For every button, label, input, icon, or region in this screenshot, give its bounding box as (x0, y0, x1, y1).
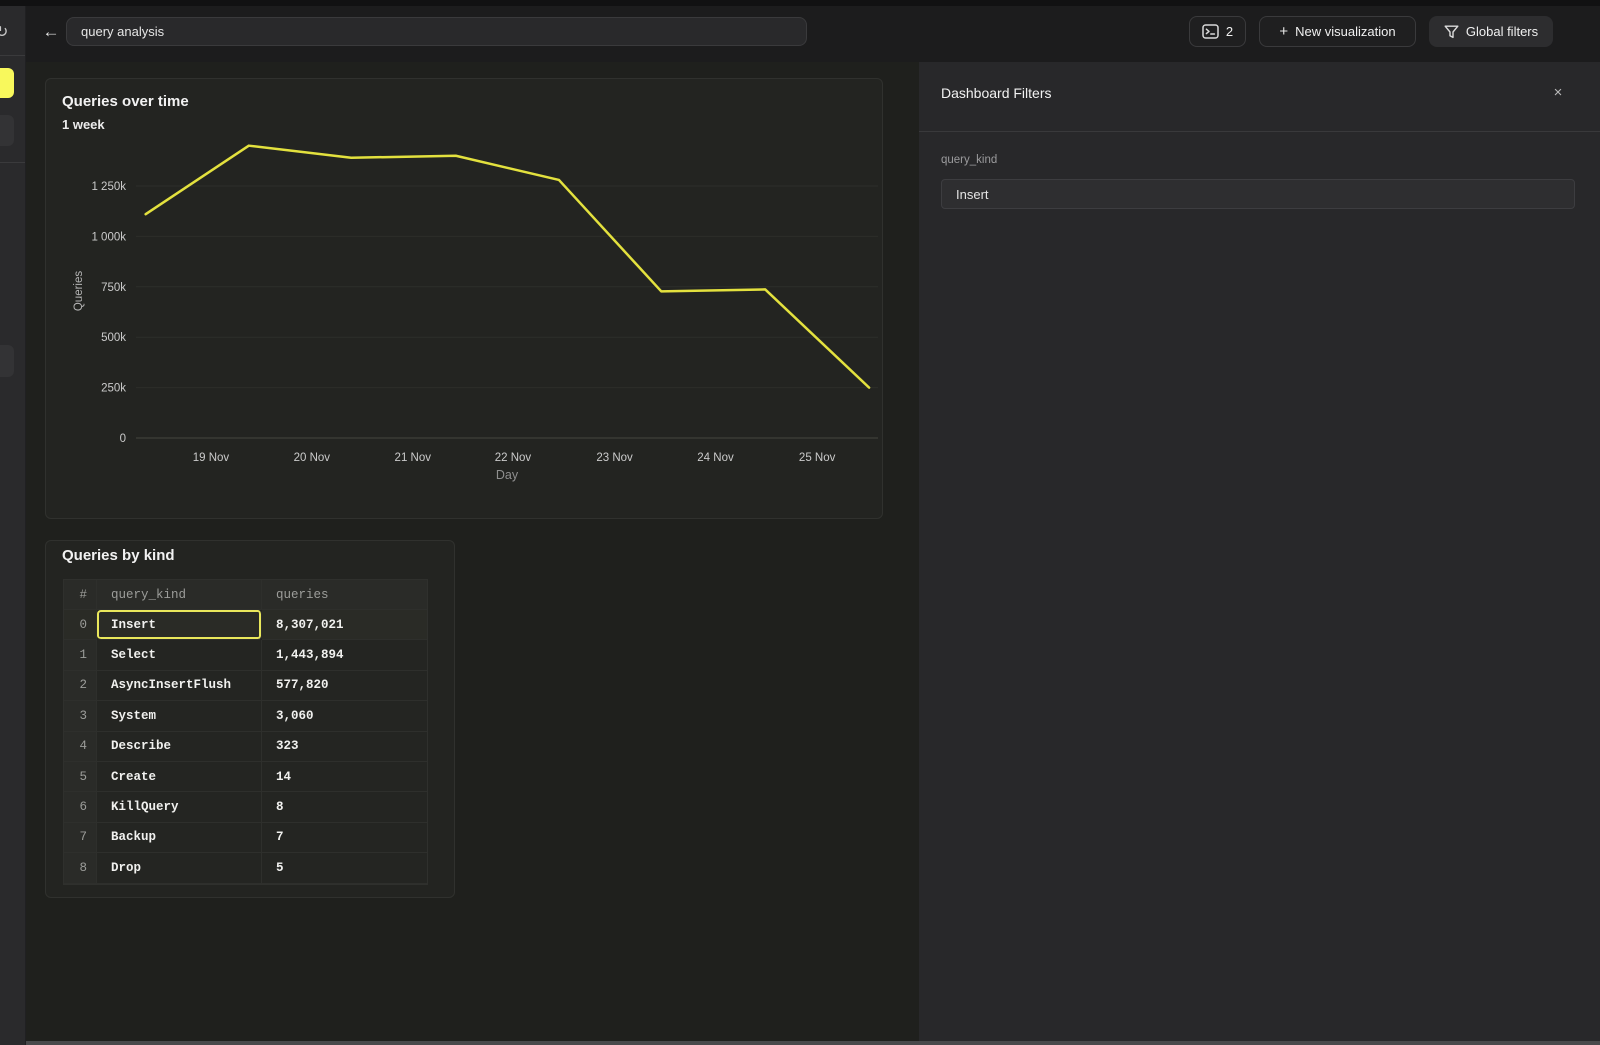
cell-query-kind[interactable]: Drop (97, 853, 262, 883)
top-bar: ← 2 + New visualization Global filters (26, 6, 1600, 62)
row-index: 4 (64, 732, 97, 762)
query-kind-filter-input[interactable] (941, 179, 1575, 209)
x-tick-label: 23 Nov (596, 452, 633, 464)
cell-query-kind[interactable]: Create (97, 762, 262, 792)
sql-console-tabs-button[interactable]: 2 (1189, 16, 1246, 47)
sidebar-item[interactable] (0, 115, 14, 146)
sidebar: ↻ (0, 6, 26, 1045)
row-index: 6 (64, 792, 97, 822)
row-index: 2 (64, 671, 97, 701)
column-header-query-kind[interactable]: query_kind (97, 580, 262, 610)
cell-queries[interactable]: 8,307,021 (262, 610, 427, 640)
cell-queries[interactable]: 7 (262, 823, 427, 853)
y-tick-label: 1 000k (91, 231, 126, 243)
cell-queries[interactable]: 14 (262, 762, 427, 792)
cell-queries[interactable]: 577,820 (262, 671, 427, 701)
cell-query-kind[interactable]: KillQuery (97, 792, 262, 822)
chart-card-queries-over-time[interactable]: Queries over time 1 week 0250k500k750k1 … (45, 78, 883, 519)
y-tick-label: 0 (120, 433, 126, 445)
sidebar-item-active-dashboard[interactable] (0, 68, 14, 98)
cell-query-kind[interactable]: Describe (97, 732, 262, 762)
row-index: 0 (64, 610, 97, 640)
filters-panel-title: Dashboard Filters (941, 85, 1052, 101)
y-tick-label: 250k (101, 383, 126, 395)
cell-query-kind[interactable]: Insert (97, 610, 262, 640)
queries-over-time-line-chart[interactable]: 0 250k 500k 750k 1 000k 1 250k 19 Nov 20 Nov 21 … (46, 79, 882, 518)
back-arrow-icon[interactable]: ← (40, 19, 62, 45)
row-index: 8 (64, 853, 97, 883)
column-header-queries[interactable]: queries (262, 580, 427, 610)
row-index: 7 (64, 823, 97, 853)
row-index: 5 (64, 762, 97, 792)
table-title: Queries by kind (62, 547, 175, 564)
queries-by-kind-table: #query_kindqueries 0Insert8,307,021 1Selec… (63, 579, 428, 885)
column-header-index[interactable]: # (64, 580, 97, 610)
cell-queries[interactable]: 8 (262, 792, 427, 822)
cell-queries[interactable]: 3,060 (262, 701, 427, 731)
global-filters-button[interactable]: Global filters (1429, 16, 1553, 47)
dashboard-title-input[interactable] (66, 17, 807, 46)
cell-queries[interactable]: 1,443,894 (262, 640, 427, 670)
x-tick-label: 22 Nov (495, 452, 532, 464)
row-index: 1 (64, 640, 97, 670)
cell-query-kind[interactable]: Select (97, 640, 262, 670)
cell-queries[interactable]: 5 (262, 853, 427, 883)
cell-query-kind[interactable]: AsyncInsertFlush (97, 671, 262, 701)
new-visualization-label: New visualization (1295, 24, 1395, 39)
x-tick-label: 20 Nov (294, 452, 331, 464)
cell-query-kind[interactable]: System (97, 701, 262, 731)
y-tick-label: 750k (101, 282, 126, 294)
queries-series-line (146, 146, 869, 388)
refresh-icon[interactable]: ↻ (0, 22, 8, 42)
y-tick-label: 1 250k (91, 181, 126, 193)
row-index: 3 (64, 701, 97, 731)
y-tick-label: 500k (101, 332, 126, 344)
x-tick-label: 24 Nov (697, 452, 734, 464)
x-tick-label: 19 Nov (193, 452, 230, 464)
dashboard-canvas: Queries over time 1 week 0250k500k750k1 … (26, 62, 919, 1041)
new-visualization-button[interactable]: + New visualization (1259, 16, 1416, 47)
cell-query-kind[interactable]: Backup (97, 823, 262, 853)
dashboard-filters-panel: Dashboard Filters × query_kind (919, 62, 1600, 1041)
global-filters-label: Global filters (1466, 24, 1538, 39)
close-icon[interactable]: × (1549, 83, 1567, 101)
x-tick-label: 25 Nov (799, 452, 836, 464)
cell-queries[interactable]: 323 (262, 732, 427, 762)
console-tab-count: 2 (1226, 24, 1233, 39)
sidebar-item[interactable] (0, 345, 14, 377)
filter-field-label: query_kind (941, 154, 997, 166)
x-axis-label: Day (496, 468, 519, 482)
console-icon (1202, 24, 1219, 39)
y-axis-label: Queries (73, 271, 85, 312)
panel-divider (919, 131, 1600, 132)
sidebar-divider (0, 55, 26, 56)
sidebar-divider (0, 162, 26, 163)
plus-icon: + (1279, 23, 1288, 40)
table-card-queries-by-kind[interactable]: Queries by kind #query_kindqueries 0Inser… (45, 540, 455, 898)
window-bottom-edge (26, 1041, 1600, 1045)
filter-funnel-icon (1444, 25, 1459, 39)
x-tick-label: 21 Nov (395, 452, 432, 464)
